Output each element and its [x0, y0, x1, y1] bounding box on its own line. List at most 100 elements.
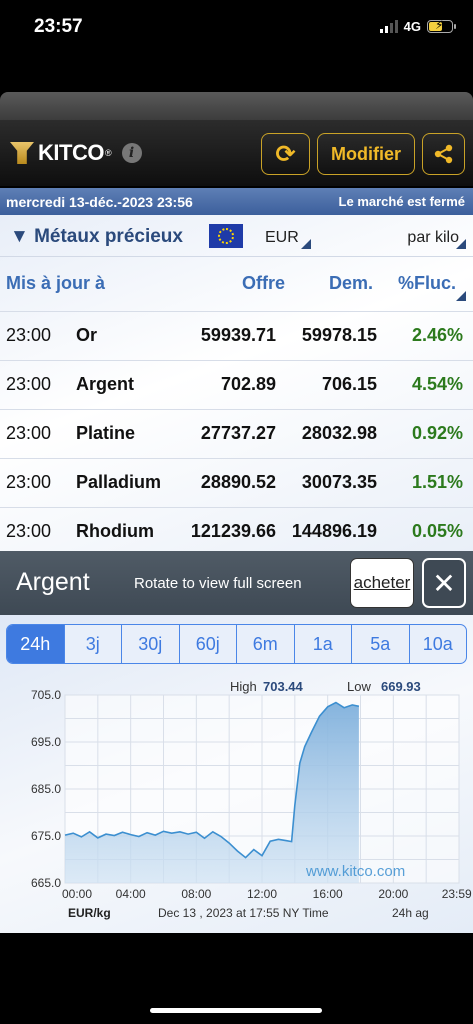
col-ask[interactable]: Dem.: [329, 273, 373, 294]
unit-select[interactable]: par kilo: [407, 229, 459, 247]
row-bid: 28890.52: [200, 472, 276, 492]
chart-title: Argent: [16, 568, 90, 596]
table-row[interactable]: 23:00 Or 59939.71 59978.15 2.46%: [0, 311, 473, 360]
row-time: 23:00: [6, 472, 52, 492]
row-time: 23:00: [6, 374, 52, 394]
date-bar: mercredi 13-déc.-2023 23:56 Le marché es…: [0, 188, 473, 215]
unit-dropdown-icon: [456, 239, 466, 249]
row-ask: 59978.15: [301, 325, 377, 345]
y-axis-ticks: 705.0 695.0 685.0 675.0 665.0: [31, 688, 61, 890]
row-metal: Argent: [76, 374, 134, 394]
tab-3j[interactable]: 3j: [63, 625, 122, 663]
row-metal: Platine: [76, 423, 136, 443]
y-tick-label: 665.0: [31, 876, 61, 890]
row-ask: 706.15: [321, 374, 377, 394]
row-change: 1.51%: [411, 472, 463, 492]
x-tick-label: 04:00: [116, 887, 146, 901]
row-time: 23:00: [6, 423, 52, 443]
eu-flag-icon: [209, 224, 243, 248]
network-label: 4G: [403, 19, 421, 34]
row-change: 2.46%: [411, 325, 463, 345]
chart-header: Argent Rotate to view full screen achete…: [0, 551, 473, 615]
close-icon: ✕: [432, 567, 456, 599]
app-top-band: [0, 92, 473, 122]
refresh-icon: ⟳: [275, 140, 296, 168]
row-bid: 121239.66: [190, 521, 276, 541]
row-change: 0.05%: [411, 521, 463, 541]
x-tick-label: 20:00: [378, 887, 408, 901]
home-indicator: [150, 1008, 322, 1013]
x-tick-label: 08:00: [181, 887, 211, 901]
row-ask: 144896.19: [291, 521, 377, 541]
close-button[interactable]: ✕: [422, 558, 466, 608]
x-tick-label: 23:59: [442, 887, 472, 901]
tab-30j[interactable]: 30j: [121, 625, 179, 663]
table-row[interactable]: 23:00 Argent 702.89 706.15 4.54%: [0, 360, 473, 409]
low-label: Low: [347, 679, 371, 694]
x-tick-label: 16:00: [313, 887, 343, 901]
tab-5a[interactable]: 5a: [351, 625, 409, 663]
row-time: 23:00: [6, 521, 52, 541]
x-tick-label: 00:00: [62, 887, 92, 901]
y-tick-label: 695.0: [31, 735, 61, 749]
col-bid[interactable]: Offre: [242, 273, 285, 294]
unit-label: EUR/kg: [68, 906, 111, 920]
row-ask: 28032.98: [301, 423, 377, 443]
sort-indicator-icon: [456, 291, 466, 301]
kitco-logo-mark-icon: [10, 142, 34, 164]
row-metal: Palladium: [76, 472, 162, 492]
tab-24h[interactable]: 24h: [7, 625, 64, 663]
status-bar: 23:57 4G ⚡: [0, 0, 473, 60]
high-value: 703.44: [263, 679, 304, 694]
logo-text: KITCO: [38, 140, 104, 165]
tab-6m[interactable]: 6m: [236, 625, 294, 663]
y-tick-label: 705.0: [31, 688, 61, 702]
metals-panel: ▼ Métaux précieux EUR par kilo Mis à jou…: [0, 215, 473, 551]
info-icon[interactable]: i: [121, 143, 142, 163]
currency-select[interactable]: EUR: [265, 229, 299, 247]
rotate-hint: Rotate to view full screen: [134, 575, 302, 592]
refresh-button[interactable]: ⟳: [261, 133, 310, 175]
chart-watermark: www.kitco.com: [305, 863, 405, 880]
tab-60j[interactable]: 60j: [178, 625, 237, 663]
tab-10a[interactable]: 10a: [408, 625, 467, 663]
buy-button[interactable]: acheter: [350, 558, 414, 608]
logo-registered: ®: [104, 148, 112, 158]
range-tabs: 24h 3j 30j 60j 6m 1a 5a 10a: [6, 624, 467, 664]
status-time: 23:57: [34, 16, 83, 37]
row-bid: 59939.71: [200, 325, 276, 345]
share-icon: [434, 144, 452, 164]
currency-dropdown-icon: [301, 239, 311, 249]
chart-body: 24h 3j 30j 60j 6m 1a 5a 10a 705.0 695.0 68…: [0, 615, 473, 933]
row-bid: 27737.27: [200, 423, 276, 443]
app-header: KITCO ® i ⟳ Modifier: [0, 120, 473, 186]
chart-footer: Dec 13 , 2023 at 17:55 NY Time: [158, 906, 329, 920]
modify-button[interactable]: Modifier: [317, 133, 415, 175]
table-row[interactable]: 23:00 Rhodium 121239.66 144896.19 0.05%: [0, 507, 473, 551]
row-ask: 30073.35: [301, 472, 377, 492]
row-metal: Rhodium: [76, 521, 154, 541]
col-updated: Mis à jour à: [6, 273, 106, 293]
table-row[interactable]: 23:00 Platine 27737.27 28032.98 0.92%: [0, 409, 473, 458]
battery-icon: ⚡: [427, 18, 456, 33]
y-tick-label: 685.0: [31, 782, 61, 796]
row-bid: 702.89: [220, 374, 276, 394]
tab-1a[interactable]: 1a: [293, 625, 352, 663]
row-metal: Or: [76, 325, 98, 345]
x-tick-label: 12:00: [247, 887, 277, 901]
kitco-logo: KITCO ® i: [10, 140, 142, 166]
market-status: Le marché est fermé: [338, 194, 465, 209]
y-tick-label: 675.0: [31, 829, 61, 843]
table-row[interactable]: 23:00 Palladium 28890.52 30073.35 1.51%: [0, 458, 473, 507]
x-axis-ticks: 00:00 04:00 08:00 12:00 16:00 20:00 23:59: [62, 887, 472, 901]
metals-table: 23:00 Or 59939.71 59978.15 2.46% 23:00 A…: [0, 311, 473, 551]
status-icons: 4G ⚡: [379, 18, 456, 34]
col-change[interactable]: %Fluc.: [398, 273, 456, 294]
metals-dropdown[interactable]: ▼ Métaux précieux: [10, 226, 183, 248]
price-chart: 705.0 695.0 685.0 675.0 665.0 00:00 04:00 08:0…: [31, 679, 472, 920]
low-value: 669.93: [381, 679, 421, 694]
metals-bar: ▼ Métaux précieux EUR par kilo: [0, 215, 473, 257]
share-button[interactable]: [422, 133, 465, 175]
range-label: 24h ag: [392, 906, 429, 920]
row-change: 0.92%: [411, 423, 463, 443]
